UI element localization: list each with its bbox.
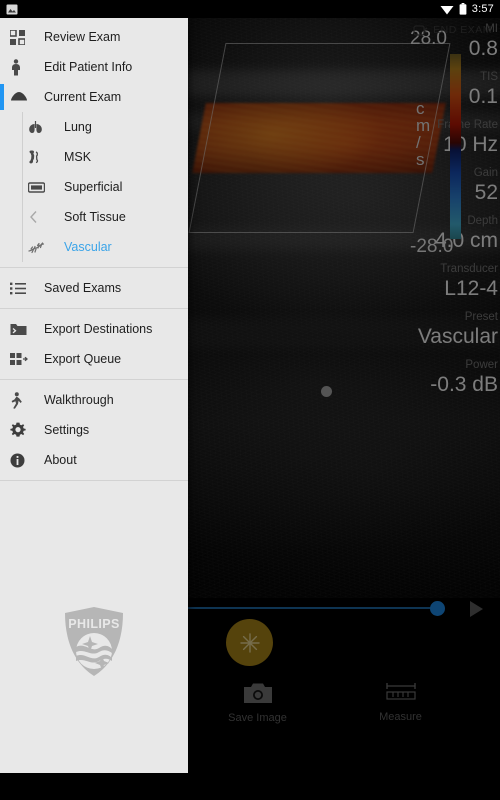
- nav-item-label: Edit Patient Info: [44, 60, 133, 74]
- vascular-icon: [28, 240, 54, 254]
- nav-item-walkthrough[interactable]: Walkthrough: [0, 385, 188, 415]
- nav-submenu: Lung MSK Superficial Soft Tissue Vascula…: [0, 112, 188, 262]
- nav-subitem-label: Vascular: [64, 240, 112, 254]
- philips-logo: PHILIPS: [0, 606, 188, 773]
- ultrasound-app-screen: 28.0 c m / s -28.0 MI 0.8 TIS 0.1 Frame …: [0, 0, 500, 800]
- battery-icon: [459, 3, 467, 15]
- nav-item-current-exam[interactable]: Current Exam: [0, 82, 188, 112]
- nav-subitem-msk[interactable]: MSK: [0, 142, 188, 172]
- msk-icon: [28, 149, 54, 165]
- soft-tissue-icon: [28, 210, 54, 224]
- nav-subitem-label: Lung: [64, 120, 92, 134]
- nav-selected-accent: [0, 84, 4, 110]
- drawer-spacer: [0, 486, 188, 606]
- gear-icon: [10, 422, 36, 438]
- drawer-divider: [0, 308, 188, 309]
- nav-item-label: Export Queue: [44, 352, 122, 366]
- list-icon: [10, 282, 36, 295]
- philips-logo-icon: PHILIPS: [65, 607, 123, 676]
- image-icon: [6, 4, 18, 14]
- navigation-drawer: Review Exam Edit Patient Info Current Ex…: [0, 18, 188, 773]
- nav-item-settings[interactable]: Settings: [0, 415, 188, 445]
- status-bar-left: [6, 4, 18, 15]
- status-bar: 3:57: [0, 0, 500, 18]
- drawer-divider: [0, 267, 188, 268]
- status-bar-time: 3:57: [471, 3, 494, 15]
- folder-export-icon: [10, 322, 36, 336]
- nav-item-label: Export Destinations: [44, 322, 153, 336]
- walking-icon: [10, 391, 36, 409]
- drawer-divider: [0, 379, 188, 380]
- nav-list: Review Exam Edit Patient Info Current Ex…: [0, 18, 188, 486]
- nav-item-about[interactable]: About: [0, 445, 188, 475]
- nav-subitem-lung[interactable]: Lung: [0, 112, 188, 142]
- transducer-icon: [10, 91, 36, 103]
- drawer-divider: [0, 480, 188, 481]
- nav-subitem-superficial[interactable]: Superficial: [0, 172, 188, 202]
- nav-subitem-soft-tissue[interactable]: Soft Tissue: [0, 202, 188, 232]
- status-bar-right: 3:57: [440, 3, 494, 15]
- nav-item-label: Saved Exams: [44, 281, 122, 295]
- nav-subitem-label: Superficial: [64, 180, 123, 194]
- nav-item-saved-exams[interactable]: Saved Exams: [0, 273, 188, 303]
- nav-item-label: Walkthrough: [44, 393, 114, 407]
- nav-item-label: About: [44, 453, 77, 467]
- nav-item-label: Current Exam: [44, 90, 122, 104]
- nav-item-export-destinations[interactable]: Export Destinations: [0, 314, 188, 344]
- nav-subitem-vascular[interactable]: Vascular: [0, 232, 188, 262]
- grid-export-icon: [10, 352, 36, 366]
- nav-item-label: Review Exam: [44, 30, 121, 44]
- nav-item-edit-patient-info[interactable]: Edit Patient Info: [0, 52, 188, 82]
- info-icon: [10, 453, 36, 468]
- person-icon: [10, 58, 36, 76]
- svg-text:PHILIPS: PHILIPS: [68, 617, 119, 631]
- lungs-icon: [28, 120, 54, 134]
- wifi-icon: [440, 5, 454, 14]
- nav-item-export-queue[interactable]: Export Queue: [0, 344, 188, 374]
- grid-icon: [10, 29, 36, 45]
- superficial-icon: [28, 181, 54, 193]
- nav-subitem-label: MSK: [64, 150, 92, 164]
- nav-item-review-exam[interactable]: Review Exam: [0, 22, 188, 52]
- nav-item-label: Settings: [44, 423, 90, 437]
- nav-subitem-label: Soft Tissue: [64, 210, 126, 224]
